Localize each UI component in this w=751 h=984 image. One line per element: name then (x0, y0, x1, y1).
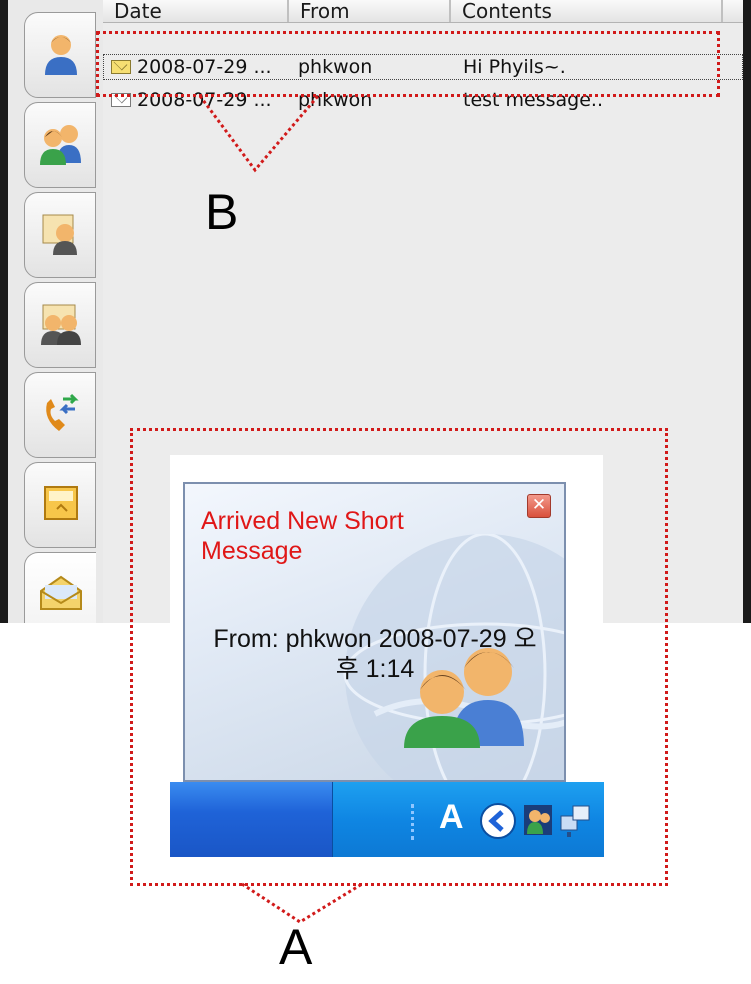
message-list-header: Date From Contents (103, 0, 743, 23)
address-book-icon (42, 214, 77, 255)
column-header-contents[interactable]: Contents (451, 0, 723, 22)
user-group-icon (40, 125, 81, 165)
group-address-book-icon (41, 304, 81, 345)
envelope-icon (40, 575, 82, 610)
sidebar-tab-calendar[interactable] (24, 462, 96, 548)
sidebar-tab-call-forward[interactable] (24, 372, 96, 458)
column-header-date[interactable]: Date (103, 0, 289, 22)
annotation-a-box (130, 428, 668, 886)
sidebar-tab-contacts[interactable] (24, 12, 96, 98)
column-header-from[interactable]: From (289, 0, 451, 22)
sidebar (8, 0, 104, 623)
window-right-border (743, 0, 751, 623)
window-left-border (0, 0, 8, 623)
single-user-icon (45, 35, 77, 75)
sidebar-tab-group-book[interactable] (24, 282, 96, 368)
call-forward-icon (46, 393, 79, 431)
annotation-label-a: A (279, 919, 313, 975)
annotation-b-box (96, 31, 720, 97)
calendar-note-icon (44, 486, 78, 520)
sidebar-tab-address-book[interactable] (24, 192, 96, 278)
annotation-b-pointer (198, 95, 320, 173)
annotation-label-b: B (205, 184, 239, 240)
sidebar-tab-groups[interactable] (24, 102, 96, 188)
sidebar-tab-messages[interactable] (24, 552, 96, 623)
